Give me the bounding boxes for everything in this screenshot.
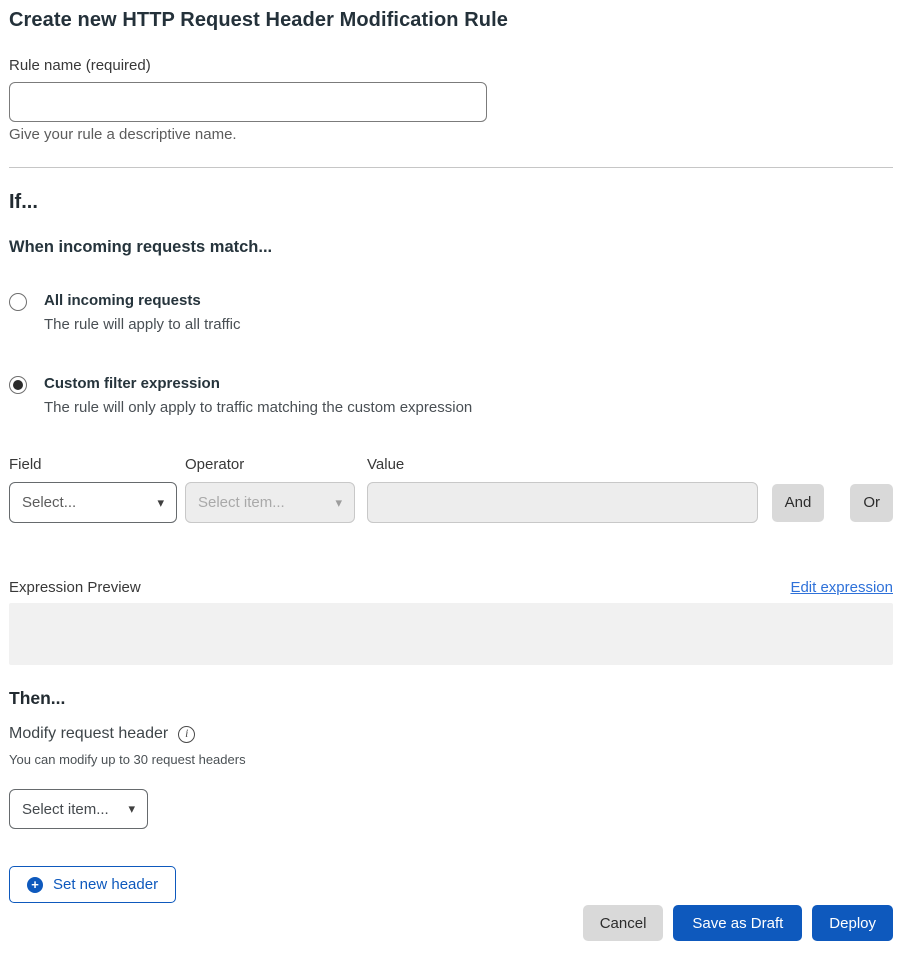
operator-label: Operator	[185, 457, 367, 473]
footer-actions: Cancel Save as Draft Deploy	[9, 905, 893, 941]
value-input[interactable]	[367, 482, 758, 523]
expression-builder-labels: Field Operator Value	[9, 457, 893, 473]
rule-name-helper-text: Give your rule a descriptive name.	[9, 127, 893, 143]
then-heading: Then...	[9, 688, 893, 708]
page-title: Create new HTTP Request Header Modificat…	[9, 8, 893, 32]
expression-preview-box	[9, 603, 893, 665]
deploy-button[interactable]: Deploy	[812, 905, 893, 941]
or-button[interactable]: Or	[850, 484, 893, 522]
modify-header-row: Modify request header i	[9, 725, 893, 743]
expression-builder-row: Select... ▾ Select item... ▾ And Or	[9, 482, 893, 523]
radio-option-label: Custom filter expression	[44, 375, 472, 392]
cancel-button[interactable]: Cancel	[583, 905, 664, 941]
set-new-header-button[interactable]: + Set new header	[9, 866, 176, 903]
radio-option-description: The rule will only apply to traffic matc…	[44, 399, 472, 416]
radio-button-icon[interactable]	[9, 293, 27, 311]
value-label: Value	[367, 457, 893, 473]
header-item-select[interactable]: Select item... ▾	[9, 789, 148, 829]
operator-select[interactable]: Select item... ▾	[185, 482, 355, 523]
radio-option-texts: All incoming requests The rule will appl…	[44, 292, 240, 333]
expression-preview-label: Expression Preview	[9, 579, 141, 596]
expression-preview-header: Expression Preview Edit expression	[9, 579, 893, 596]
rule-name-input[interactable]	[9, 82, 487, 122]
section-divider	[9, 167, 893, 168]
field-label: Field	[9, 457, 185, 473]
match-subheading: When incoming requests match...	[9, 238, 893, 257]
chevron-down-icon: ▾	[157, 495, 164, 511]
radio-dot	[13, 380, 23, 390]
if-heading: If...	[9, 191, 893, 214]
info-icon[interactable]: i	[178, 726, 195, 743]
field-select[interactable]: Select... ▾	[9, 482, 177, 523]
radio-option-texts: Custom filter expression The rule will o…	[44, 375, 472, 416]
create-rule-page: Create new HTTP Request Header Modificat…	[0, 0, 899, 941]
header-item-select-value: Select item...	[22, 801, 109, 818]
radio-option-custom-filter[interactable]: Custom filter expression The rule will o…	[9, 375, 893, 416]
and-button[interactable]: And	[772, 484, 825, 522]
radio-option-description: The rule will apply to all traffic	[44, 316, 240, 333]
edit-expression-link[interactable]: Edit expression	[790, 579, 893, 596]
set-new-header-label: Set new header	[53, 876, 158, 893]
rule-name-label: Rule name (required)	[9, 58, 893, 74]
radio-button-icon[interactable]	[9, 376, 27, 394]
chevron-down-icon: ▾	[335, 495, 342, 511]
radio-option-label: All incoming requests	[44, 292, 240, 309]
operator-select-value: Select item...	[198, 494, 285, 511]
modify-request-header-label: Modify request header	[9, 725, 168, 743]
plus-circle-icon: +	[27, 877, 43, 893]
save-as-draft-button[interactable]: Save as Draft	[673, 905, 802, 941]
modify-header-hint: You can modify up to 30 request headers	[9, 753, 893, 767]
chevron-down-icon: ▾	[128, 801, 135, 817]
field-select-value: Select...	[22, 494, 76, 511]
radio-option-all-incoming[interactable]: All incoming requests The rule will appl…	[9, 292, 893, 333]
